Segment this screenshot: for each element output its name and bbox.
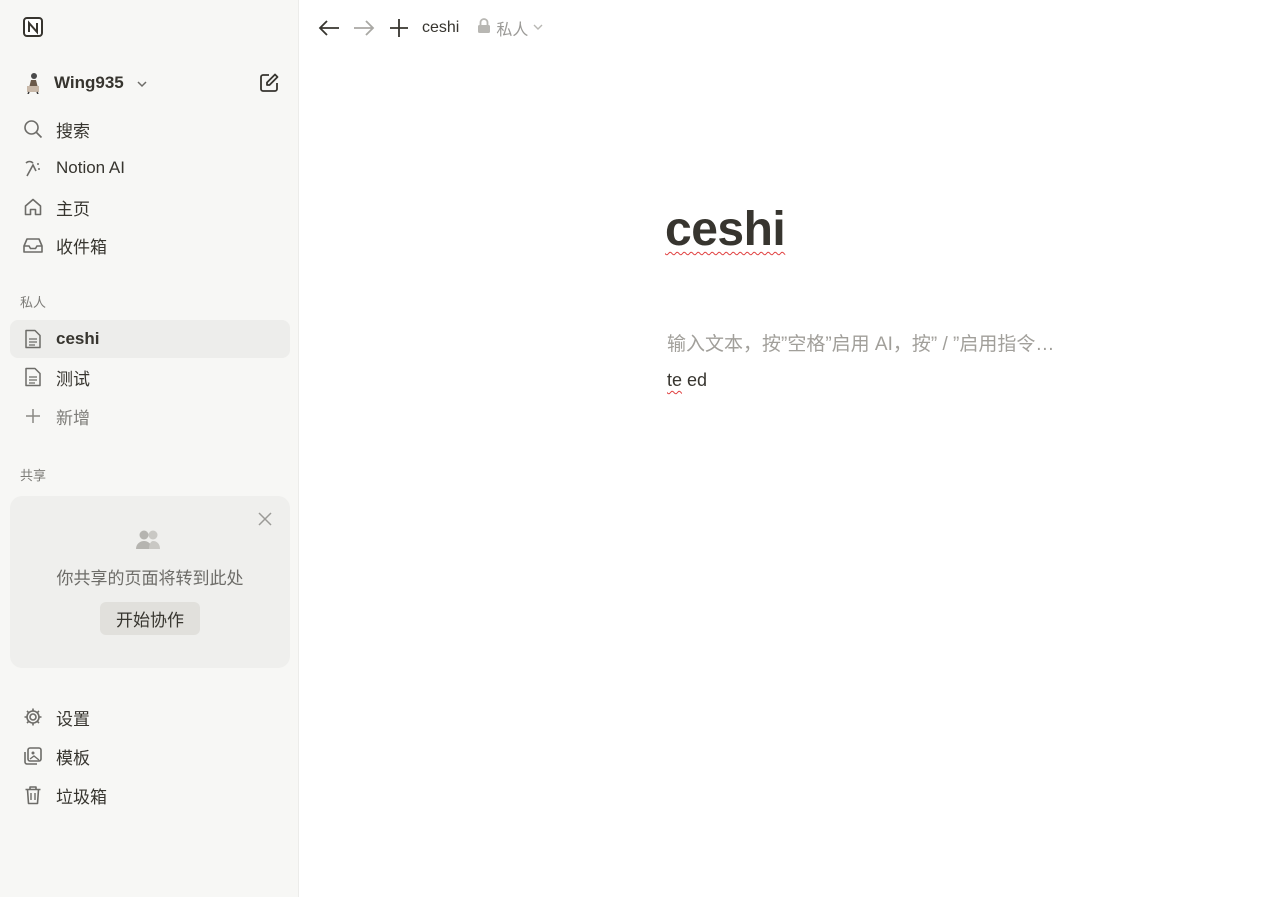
sidebar: Wing935 搜索 Notion AI 主页 收件箱 私人 ceshi 测试 … xyxy=(0,0,299,897)
section-shared-label[interactable]: 共享 xyxy=(20,465,46,484)
plus-icon xyxy=(22,405,44,427)
chevron-down-icon xyxy=(533,19,543,37)
trash-icon xyxy=(22,784,44,806)
templates-icon xyxy=(22,745,44,767)
edit-icon xyxy=(260,73,279,92)
home-icon xyxy=(22,196,44,218)
new-page-button[interactable] xyxy=(257,71,281,95)
page-icon xyxy=(22,328,44,350)
page-title[interactable]: ceshi xyxy=(665,202,786,257)
start-collaborate-button[interactable]: 开始协作 xyxy=(100,602,200,635)
top-bar: ceshi 私人 xyxy=(317,14,543,42)
sidebar-item-templates[interactable]: 模板 xyxy=(10,739,290,773)
privacy-dropdown[interactable]: 私人 xyxy=(477,16,543,40)
workspace-switcher[interactable]: Wing935 xyxy=(22,68,148,98)
forward-arrow-icon[interactable] xyxy=(352,16,376,40)
sidebar-page-label: 测试 xyxy=(56,369,90,389)
sidebar-item-search[interactable]: 搜索 xyxy=(10,112,290,146)
sidebar-item-label: 模板 xyxy=(56,748,90,768)
block-placeholder[interactable]: 输入文本，按”空格”启用 AI，按” / ”启用指令… xyxy=(667,329,1054,356)
text-block[interactable]: te ed xyxy=(667,370,707,391)
lock-icon xyxy=(477,17,491,39)
people-icon xyxy=(134,529,162,551)
add-page-button[interactable]: 新增 xyxy=(10,399,290,433)
sidebar-item-label: 搜索 xyxy=(56,121,90,141)
privacy-label: 私人 xyxy=(496,22,529,39)
notion-logo-icon[interactable] xyxy=(22,16,44,38)
sidebar-page-ceshi-cn[interactable]: 测试 xyxy=(10,360,290,394)
section-private-label[interactable]: 私人 xyxy=(20,292,46,311)
sidebar-item-label: 设置 xyxy=(56,709,90,729)
sidebar-page-ceshi[interactable]: ceshi xyxy=(10,320,290,358)
plus-icon[interactable] xyxy=(387,16,411,40)
app-window: Wing935 搜索 Notion AI 主页 收件箱 私人 ceshi 测试 … xyxy=(0,0,1264,897)
back-arrow-icon[interactable] xyxy=(317,16,341,40)
sidebar-item-label: 主页 xyxy=(56,199,90,219)
sidebar-item-notion-ai[interactable]: Notion AI xyxy=(10,151,290,185)
page-icon xyxy=(22,366,44,388)
sidebar-page-label: ceshi xyxy=(56,329,100,348)
shared-empty-text: 你共享的页面将转到此处 xyxy=(56,569,244,588)
body-word: ed xyxy=(682,370,708,390)
search-icon xyxy=(22,118,44,140)
sidebar-item-home[interactable]: 主页 xyxy=(10,190,290,224)
add-page-label: 新增 xyxy=(56,408,90,428)
workspace-avatar-icon xyxy=(22,72,44,94)
close-icon[interactable] xyxy=(256,510,274,528)
sidebar-item-settings[interactable]: 设置 xyxy=(10,700,290,734)
misspelled-word: te xyxy=(667,370,683,390)
chevron-down-icon xyxy=(136,77,148,89)
sidebar-item-trash[interactable]: 垃圾箱 xyxy=(10,778,290,812)
inbox-icon xyxy=(22,234,44,256)
notion-ai-icon xyxy=(22,157,44,179)
breadcrumb[interactable]: ceshi xyxy=(422,19,459,37)
sidebar-item-inbox[interactable]: 收件箱 xyxy=(10,228,290,262)
sidebar-item-label: Notion AI xyxy=(56,158,125,177)
workspace-name: Wing935 xyxy=(54,73,124,92)
main-content: ceshi 私人 ceshi 输入文本，按”空格”启用 AI，按” / ”启用指… xyxy=(299,0,1264,897)
shared-empty-card: 你共享的页面将转到此处 开始协作 xyxy=(10,496,290,668)
sidebar-item-label: 垃圾箱 xyxy=(56,787,107,807)
gear-icon xyxy=(22,706,44,728)
sidebar-item-label: 收件箱 xyxy=(56,237,107,257)
